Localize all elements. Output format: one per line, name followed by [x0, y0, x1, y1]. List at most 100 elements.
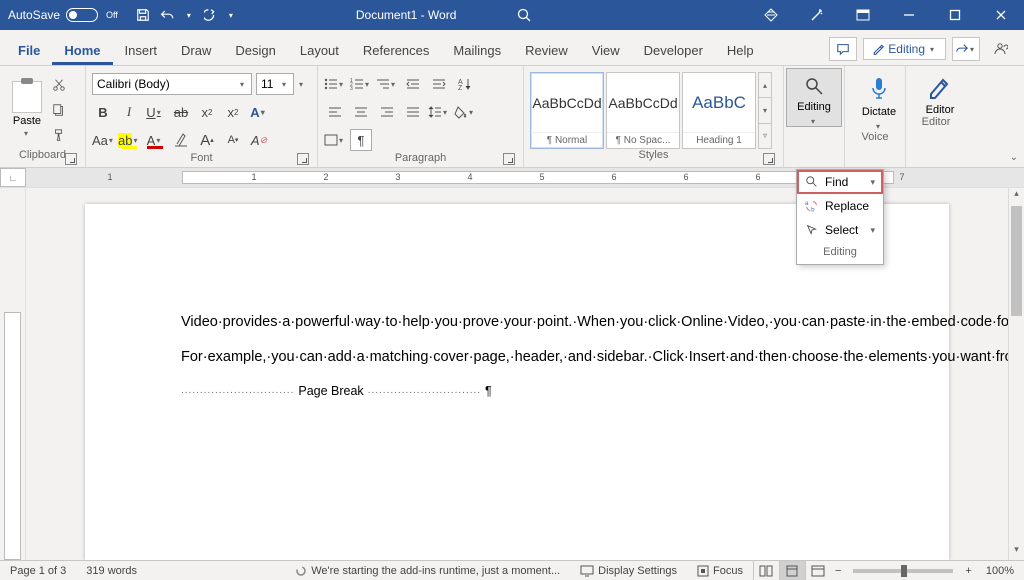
vertical-scrollbar[interactable]: ▴ ▾ [1008, 188, 1024, 560]
paragraph-dialog-launcher[interactable] [503, 153, 515, 165]
bold-button[interactable]: B [92, 101, 114, 123]
vertical-ruler[interactable] [0, 188, 26, 560]
diamond-icon[interactable] [748, 0, 794, 30]
tab-layout[interactable]: Layout [288, 35, 351, 65]
maximize-icon[interactable] [932, 0, 978, 30]
search-icon[interactable] [516, 7, 532, 23]
styles-gallery-scroll[interactable]: ▴ ▾ ▿ [758, 72, 772, 149]
autosave-switch[interactable] [66, 8, 98, 22]
tab-developer[interactable]: Developer [632, 35, 715, 65]
save-icon[interactable] [136, 8, 150, 22]
tab-draw[interactable]: Draw [169, 35, 223, 65]
style-heading1[interactable]: AaBbC Heading 1 [682, 72, 756, 149]
dictate-button[interactable]: Dictate ▾ [851, 70, 907, 131]
select-button[interactable]: Select ▾ [797, 218, 883, 242]
comments-button[interactable] [829, 37, 857, 61]
tab-home[interactable]: Home [52, 35, 112, 65]
tab-view[interactable]: View [580, 35, 632, 65]
underline-button[interactable]: U▾ [144, 101, 166, 123]
align-left-button[interactable] [324, 101, 346, 123]
borders-button[interactable]: ▾ [324, 129, 346, 151]
share-button[interactable]: ▾ [952, 37, 980, 61]
word-count[interactable]: 319 words [76, 565, 147, 577]
editing-dropdown-button[interactable]: Editing ▾ [786, 68, 842, 127]
clear-formatting-button[interactable]: A⊘ [248, 129, 270, 151]
focus-mode-button[interactable]: Focus [687, 565, 753, 577]
web-layout-button[interactable] [805, 561, 831, 580]
paragraph[interactable]: For·example,·you·can·add·a·matching·cove… [181, 347, 853, 368]
increase-indent-button[interactable] [428, 73, 450, 95]
tab-mailings[interactable]: Mailings [441, 35, 513, 65]
tab-references[interactable]: References [351, 35, 441, 65]
clipboard-dialog-launcher[interactable] [65, 153, 77, 165]
copy-icon[interactable] [50, 102, 68, 118]
autosave-toggle[interactable]: AutoSave Off [0, 8, 126, 22]
align-right-button[interactable] [376, 101, 398, 123]
account-icon[interactable] [986, 37, 1014, 61]
magic-wand-icon[interactable] [794, 0, 840, 30]
chevron-down-icon[interactable]: ▾ [870, 177, 875, 188]
redo-icon[interactable] [204, 8, 218, 22]
decrease-indent-button[interactable] [402, 73, 424, 95]
qat-customize-icon[interactable]: ▾ [229, 11, 236, 20]
undo-icon[interactable] [160, 8, 176, 22]
numbering-button[interactable]: 123▾ [350, 73, 372, 95]
read-mode-button[interactable] [753, 561, 779, 580]
zoom-in-button[interactable]: + [961, 565, 975, 577]
zoom-slider-thumb[interactable] [901, 565, 907, 577]
tab-review[interactable]: Review [513, 35, 580, 65]
font-dialog-launcher[interactable] [297, 153, 309, 165]
justify-button[interactable] [402, 101, 424, 123]
paste-button[interactable]: Paste ▾ [6, 70, 48, 149]
shading-button[interactable]: ▾ [454, 101, 476, 123]
zoom-level[interactable]: 100% [976, 565, 1024, 577]
font-name-combo[interactable]: Calibri (Body) ▾ [92, 73, 252, 95]
tab-insert[interactable]: Insert [113, 35, 170, 65]
ribbon-display-icon[interactable] [840, 0, 886, 30]
superscript-button[interactable]: x2 [222, 101, 244, 123]
text-effects-button[interactable]: A▾ [248, 101, 270, 123]
tab-selector[interactable]: ∟ [0, 168, 26, 187]
scroll-down-icon[interactable]: ▾ [1009, 544, 1024, 560]
tab-file[interactable]: File [6, 35, 52, 65]
grow-font-button[interactable]: A▴ [196, 129, 218, 151]
subscript-button[interactable]: x2 [196, 101, 218, 123]
scroll-thumb[interactable] [1011, 206, 1022, 316]
font-size-combo[interactable]: 11 ▾ [256, 73, 294, 95]
tab-design[interactable]: Design [223, 35, 287, 65]
styles-expand-icon[interactable]: ▿ [759, 124, 771, 148]
chevron-down-icon[interactable]: ▾ [870, 225, 875, 236]
strikethrough-button[interactable]: ab [170, 101, 192, 123]
paragraph[interactable]: Video·provides·a·powerful·way·to·help·yo… [181, 312, 853, 333]
style-normal[interactable]: AaBbCcDd ¶ Normal [530, 72, 604, 149]
chevron-up-icon[interactable]: ▴ [759, 73, 771, 98]
display-settings-button[interactable]: Display Settings [570, 565, 687, 577]
show-hide-button[interactable]: ¶ [350, 129, 372, 151]
cut-icon[interactable] [50, 77, 68, 93]
align-center-button[interactable] [350, 101, 372, 123]
styles-dialog-launcher[interactable] [763, 153, 775, 165]
highlight-button[interactable]: ab▾ [118, 129, 140, 151]
editing-mode-button[interactable]: Editing ▾ [863, 38, 946, 60]
tab-help[interactable]: Help [715, 35, 766, 65]
style-no-spacing[interactable]: AaBbCcDd ¶ No Spac... [606, 72, 680, 149]
char-shading-button[interactable] [170, 129, 192, 151]
multilevel-list-button[interactable]: ▾ [376, 73, 398, 95]
zoom-slider[interactable] [853, 569, 953, 573]
line-spacing-button[interactable]: ▾ [428, 101, 450, 123]
find-button[interactable]: Find ▾ [797, 170, 883, 194]
format-painter-icon[interactable] [50, 127, 68, 143]
change-case-button[interactable]: Aa▾ [92, 129, 114, 151]
page-count[interactable]: Page 1 of 3 [0, 565, 76, 577]
chevron-down-icon[interactable]: ▾ [299, 80, 306, 89]
close-icon[interactable] [978, 0, 1024, 30]
chevron-down-icon[interactable]: ▾ [759, 98, 771, 123]
scroll-up-icon[interactable]: ▴ [1009, 188, 1024, 204]
editor-button[interactable]: Editor [912, 70, 968, 116]
bullets-button[interactable]: ▾ [324, 73, 346, 95]
shrink-font-button[interactable]: A▾ [222, 129, 244, 151]
italic-button[interactable]: I [118, 101, 140, 123]
undo-dropdown-icon[interactable]: ▾ [187, 11, 194, 20]
minimize-icon[interactable] [886, 0, 932, 30]
font-color-button[interactable]: A▾ [144, 129, 166, 151]
